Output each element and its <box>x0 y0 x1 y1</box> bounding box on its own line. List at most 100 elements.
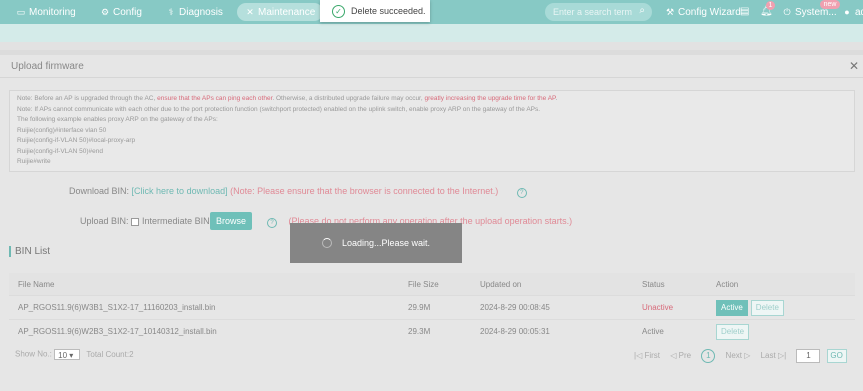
note-line-6: Ruijie(config-if-VLAN 50)#end <box>17 147 103 155</box>
message-icon[interactable]: ▤ <box>740 3 749 21</box>
download-label: Download BIN: <box>69 186 130 196</box>
delete-button[interactable]: Delete <box>750 299 784 316</box>
note-highlight: greatly increasing the upgrade time for … <box>424 95 556 102</box>
config-wizard[interactable]: ⚒ Config Wizard <box>665 3 741 21</box>
bin-list-title: BIN List <box>9 246 50 257</box>
status-text: Active <box>633 319 707 343</box>
table-header: File Name File Size Updated on Status Ac… <box>9 273 855 296</box>
prev-label: Pre <box>678 351 692 360</box>
loading-overlay: Loading...Please wait. <box>290 223 462 263</box>
activate-button[interactable]: Active <box>716 299 748 316</box>
action-cell: Delete <box>707 319 855 343</box>
go-button[interactable]: GO <box>826 349 847 363</box>
updated-on: 2024-8-29 00:05:31 <box>471 319 633 343</box>
note-text: . Otherwise, a distributed upgrade failu… <box>272 95 425 102</box>
next-page-button[interactable]: Next ▷ <box>726 351 751 360</box>
total-count: Total Count:2 <box>86 349 134 359</box>
file-size: 29.3M <box>399 319 471 343</box>
success-toast: ✓ Delete succeeded. <box>320 0 430 22</box>
prev-page-button[interactable]: ◁ Pre <box>670 351 691 360</box>
upload-label: Upload BIN: <box>80 216 129 226</box>
delete-button[interactable]: Delete <box>716 323 750 340</box>
top-nav: ▭ Monitoring ⚙ Config ⚕ Diagnosis ✕ Maintena… <box>0 0 863 24</box>
updated-on: 2024-8-29 00:08:45 <box>471 295 633 320</box>
sub-nav-bar <box>0 24 863 42</box>
close-icon[interactable]: ✕ <box>849 59 859 73</box>
file-name: AP_RGOS11.9(6)W3B1_S1X2-17_11160203_inst… <box>9 295 399 320</box>
gear-icon: ⚙ <box>100 7 110 17</box>
nav-diagnosis[interactable]: ⚕ Diagnosis <box>166 3 223 21</box>
file-name: AP_RGOS11.9(6)W2B3_S1X2-17_10140312_inst… <box>9 319 399 343</box>
status-text: Unactive <box>633 295 707 320</box>
nav-monitoring[interactable]: ▭ Monitoring <box>16 3 76 21</box>
new-badge: new <box>820 0 840 9</box>
table-row: AP_RGOS11.9(6)W2B3_S1X2-17_10140312_inst… <box>9 319 855 343</box>
note-line-7: Ruijie#write <box>17 158 51 165</box>
intermediate-checkbox[interactable] <box>131 217 140 226</box>
help-icon[interactable]: ? <box>516 188 527 198</box>
pagination: |◁ First ◁ Pre 1 Next ▷ Last ▷| 1 GO <box>634 349 847 363</box>
note-line-3: The following example enables proxy ARP … <box>17 116 218 123</box>
page-size-value: 10 <box>58 351 68 360</box>
search-input[interactable] <box>553 5 635 19</box>
nav-maintenance-label: Maintenance <box>258 7 316 18</box>
intermediate-label: Intermediate BIN <box>142 216 210 226</box>
col-updated-on: Updated on <box>471 273 633 296</box>
user-menu[interactable]: ● ad <box>842 3 863 21</box>
note-text: Note: Before an AP is upgraded through t… <box>17 95 158 102</box>
user-icon: ● <box>844 7 850 17</box>
download-note: (Note: Please ensure that the browser is… <box>230 186 499 196</box>
config-wizard-label: Config Wizard <box>678 7 741 18</box>
search-icon[interactable]: ⌕ <box>639 5 645 16</box>
file-size: 29.9M <box>399 295 471 320</box>
nav-monitoring-label: Monitoring <box>29 7 76 18</box>
action-cell: Active Delete <box>707 295 855 320</box>
col-file-name: File Name <box>9 273 399 296</box>
next-label: Next <box>725 351 742 360</box>
note-text: . <box>555 95 558 102</box>
check-circle-icon: ✓ <box>332 4 345 18</box>
note-line-4: Ruijie(config)#interface vlan 50 <box>17 126 107 134</box>
page-input[interactable]: 1 <box>796 349 821 363</box>
upload-row: Upload BIN: Intermediate BIN <box>80 216 210 226</box>
note-highlight: ensure that the APs can ping each other <box>157 95 273 102</box>
diagnosis-icon: ⚕ <box>168 7 174 17</box>
help-icon[interactable]: ? <box>267 218 277 228</box>
spinner-icon <box>321 238 332 248</box>
search-box: ⌕ <box>545 3 652 21</box>
nav-config-label: Config <box>113 7 142 18</box>
bell-badge: 1 <box>766 1 775 10</box>
panel-header: Upload firmware ✕ <box>0 55 863 78</box>
first-page-button[interactable]: |◁ First <box>634 351 660 360</box>
first-label: First <box>644 351 661 360</box>
loading-message: Loading...Please wait. <box>341 238 431 248</box>
page-size-select[interactable]: 10 ▾ <box>54 349 81 360</box>
last-label: Last <box>760 351 776 360</box>
toast-message: Delete succeeded. <box>351 6 426 16</box>
last-page-button[interactable]: Last ▷| <box>761 351 787 360</box>
monitor-icon: ▭ <box>16 7 26 17</box>
col-file-size: File Size <box>399 273 471 296</box>
note-line-5: Ruijie(config-if-VLAN 50)#local-proxy-ar… <box>17 137 136 144</box>
wrench-icon: ✕ <box>246 7 254 17</box>
table-footer: Show No.: 10 ▾ Total Count:2 <box>15 349 134 360</box>
show-no-label: Show No.: <box>15 349 52 359</box>
col-action: Action <box>707 273 855 296</box>
upgrade-note: Note: Before an AP is upgraded through t… <box>9 90 855 172</box>
panel-title: Upload firmware <box>11 61 84 72</box>
nav-maintenance[interactable]: ✕ Maintenance <box>237 3 324 21</box>
col-status: Status <box>633 273 707 296</box>
download-link[interactable]: [Click here to download] <box>132 186 228 196</box>
power-icon: ⏻ <box>783 7 791 17</box>
wizard-icon: ⚒ <box>665 7 675 17</box>
browse-button[interactable]: Browse <box>210 212 252 230</box>
table-row: AP_RGOS11.9(6)W3B1_S1X2-17_11160203_inst… <box>9 295 855 320</box>
note-line-1: Note: Before an AP is upgraded through t… <box>17 94 847 105</box>
download-row: Download BIN: [Click here to download] (… <box>69 186 527 198</box>
bin-table: File Name File Size Updated on Status Ac… <box>9 273 855 343</box>
note-line-2: Note: If APs cannot communicate with eac… <box>17 105 541 113</box>
user-label: ad <box>855 7 863 18</box>
divider <box>0 42 863 50</box>
current-page[interactable]: 1 <box>701 349 716 363</box>
nav-config[interactable]: ⚙ Config <box>100 3 142 21</box>
